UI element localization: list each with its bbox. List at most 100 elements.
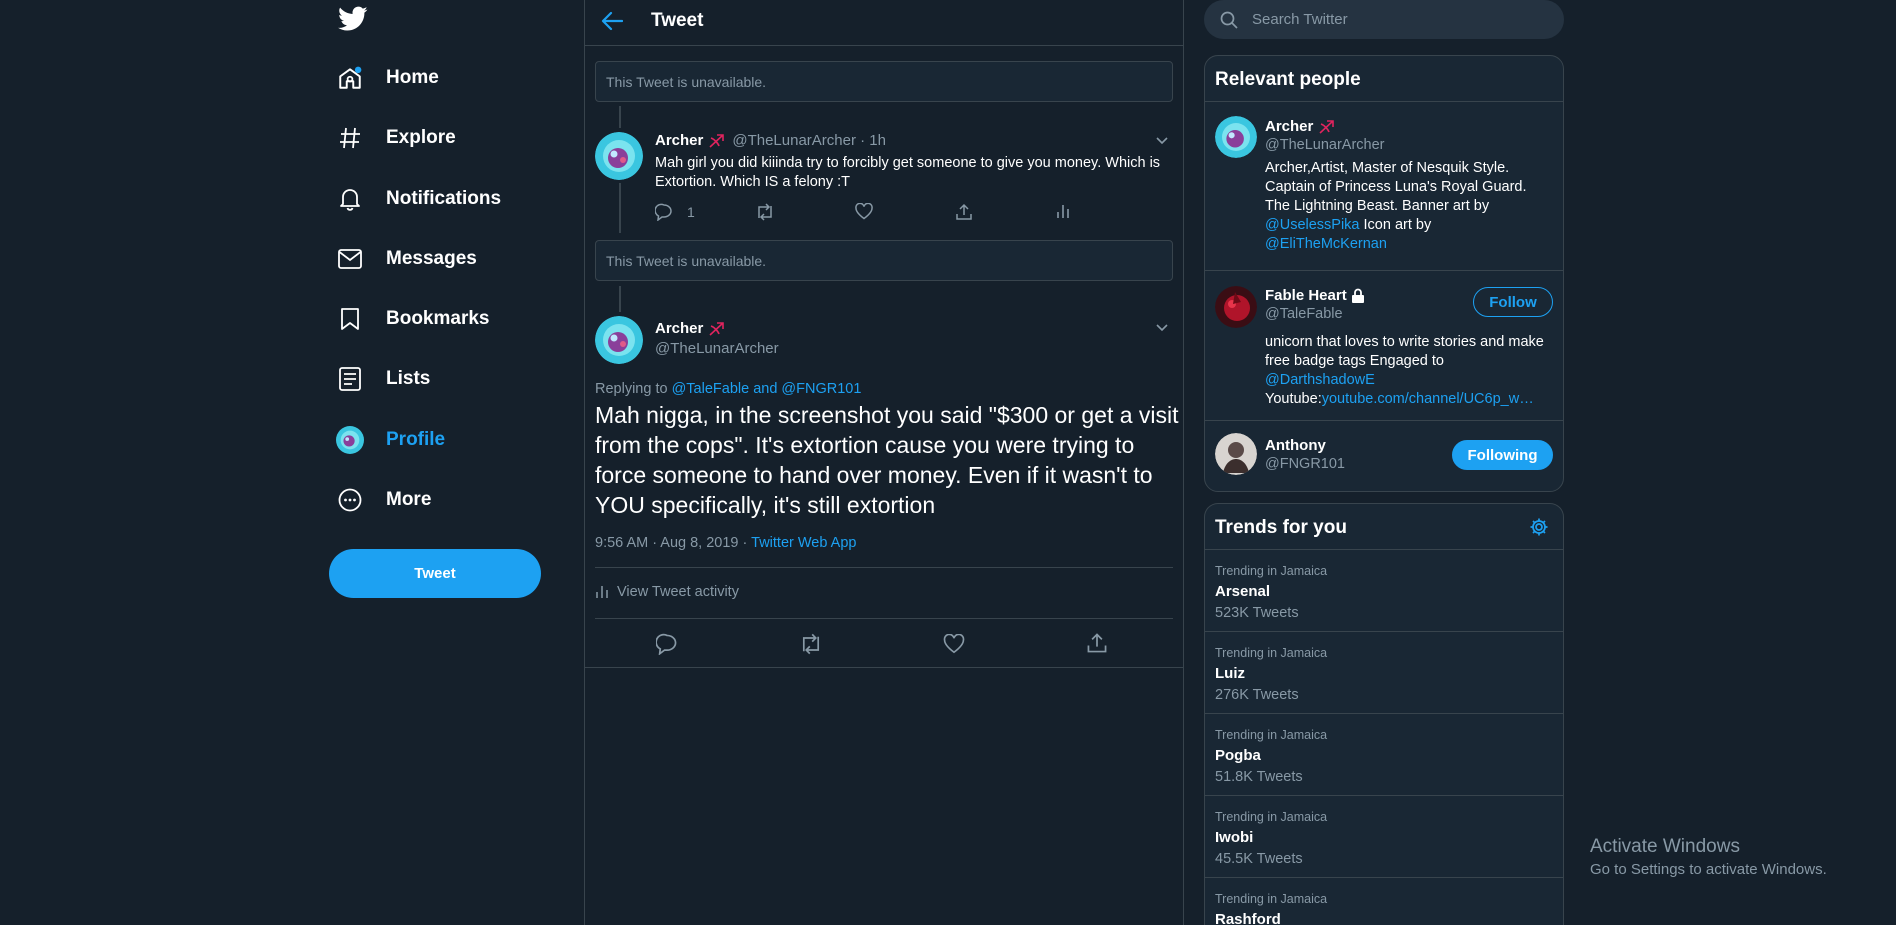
analytics-icon bbox=[595, 585, 609, 599]
trend-count: 45.5K Tweets bbox=[1215, 851, 1303, 867]
main-tweet-text: Mah nigga, in the screenshot you said "$… bbox=[595, 402, 1179, 518]
reply-avatar[interactable] bbox=[595, 132, 643, 180]
trend-item[interactable]: Trending in Jamaica Iwobi 45.5K Tweets bbox=[1205, 796, 1563, 878]
trend-context: Trending in Jamaica bbox=[1215, 564, 1328, 578]
relevant-people-panel: Relevant people Archer @TheLunarArcher A… bbox=[1204, 55, 1564, 492]
nav-messages[interactable]: Messages bbox=[336, 237, 477, 281]
trend-count: 276K Tweets bbox=[1215, 687, 1299, 703]
follow-button[interactable]: Follow bbox=[1473, 287, 1553, 317]
nav-home[interactable]: Home bbox=[336, 56, 439, 100]
trend-name: Iwobi bbox=[1215, 829, 1254, 846]
nav-bookmarks-label: Bookmarks bbox=[386, 308, 490, 329]
bio-mention[interactable]: @DarthshadowE bbox=[1265, 372, 1375, 388]
trend-context: Trending in Jamaica bbox=[1215, 728, 1328, 742]
bio-text: unicorn that loves to write stories and … bbox=[1265, 334, 1544, 369]
person-handle: @FNGR101 bbox=[1265, 456, 1345, 472]
more-icon bbox=[336, 486, 364, 514]
activate-title: Activate Windows bbox=[1590, 836, 1740, 857]
person-card[interactable]: Fable Heart @TaleFable Follow unicorn th… bbox=[1205, 271, 1563, 421]
avatar[interactable] bbox=[1215, 116, 1257, 158]
trend-item[interactable]: Trending in Jamaica Luiz 276K Tweets bbox=[1205, 632, 1563, 714]
bio-text: Youtube: bbox=[1265, 391, 1322, 407]
retweet-icon[interactable] bbox=[755, 203, 775, 221]
back-arrow-icon[interactable] bbox=[601, 11, 623, 31]
lock-icon bbox=[1351, 288, 1365, 304]
main-tweet-author[interactable]: Archer bbox=[655, 320, 726, 337]
share-icon[interactable] bbox=[955, 203, 973, 221]
following-button[interactable]: Following bbox=[1452, 440, 1553, 470]
person-name: Fable Heart bbox=[1265, 287, 1347, 304]
bow-emoji-icon bbox=[1318, 119, 1336, 135]
replying-to-links[interactable]: @TaleFable and @FNGR101 bbox=[672, 381, 862, 397]
hashtag-icon bbox=[336, 124, 364, 152]
trend-item[interactable]: Trending in Jamaica Arsenal 523K Tweets bbox=[1205, 550, 1563, 632]
trend-name: Pogba bbox=[1215, 747, 1261, 764]
share-icon[interactable] bbox=[1086, 632, 1108, 654]
bow-emoji-icon bbox=[708, 133, 726, 149]
reply-icon[interactable] bbox=[656, 633, 678, 655]
tweet-metadata: 9:56 AM · Aug 8, 2019 · Twitter Web App bbox=[595, 535, 856, 551]
bio-link[interactable]: youtube.com/channel/UC6p_w… bbox=[1322, 391, 1534, 407]
trend-context: Trending in Jamaica bbox=[1215, 892, 1328, 906]
tweet-source[interactable]: Twitter Web App bbox=[751, 535, 856, 551]
reply-count: 1 bbox=[687, 204, 695, 220]
replying-to: Replying to @TaleFable and @FNGR101 bbox=[595, 381, 861, 397]
nav-lists[interactable]: Lists bbox=[336, 357, 430, 401]
nav-more[interactable]: More bbox=[336, 478, 431, 522]
nav-home-label: Home bbox=[386, 67, 439, 88]
like-icon[interactable] bbox=[855, 203, 873, 220]
nav-profile-label: Profile bbox=[386, 429, 446, 450]
thread-line bbox=[619, 183, 621, 233]
bio-text: Archer,Artist, Master of Nesquik Style. … bbox=[1265, 160, 1527, 214]
trend-count: 523K Tweets bbox=[1215, 605, 1299, 621]
nav-messages-label: Messages bbox=[386, 248, 477, 269]
main-tweet-avatar[interactable] bbox=[595, 316, 643, 364]
like-icon[interactable] bbox=[943, 634, 965, 654]
trend-item[interactable]: Trending in Jamaica Rashford bbox=[1205, 878, 1563, 925]
windows-activation-watermark: Activate Windows Go to Settings to activ… bbox=[1590, 836, 1827, 878]
trend-name: Luiz bbox=[1215, 665, 1245, 682]
chevron-down-icon[interactable] bbox=[1155, 135, 1169, 145]
trends-title: Trends for you bbox=[1215, 517, 1347, 538]
bio-mention[interactable]: @UselessPika bbox=[1265, 217, 1360, 233]
analytics-icon[interactable] bbox=[1055, 203, 1071, 219]
search-input[interactable] bbox=[1252, 11, 1532, 28]
avatar[interactable] bbox=[1215, 286, 1257, 328]
trend-item[interactable]: Trending in Jamaica Pogba 51.8K Tweets bbox=[1205, 714, 1563, 796]
twitter-logo-icon[interactable] bbox=[338, 6, 368, 32]
divider bbox=[585, 667, 1183, 668]
home-icon bbox=[336, 64, 364, 92]
page-title: Tweet bbox=[651, 10, 704, 31]
settings-gear-icon[interactable] bbox=[1529, 517, 1549, 537]
nav-explore[interactable]: Explore bbox=[336, 116, 456, 160]
tweet-timestamp[interactable]: 9:56 AM · Aug 8, 2019 · bbox=[595, 535, 747, 551]
retweet-icon[interactable] bbox=[799, 633, 823, 655]
reply-text: Mah girl you did kiiinda try to forcibly… bbox=[655, 155, 1161, 190]
reply-author-name[interactable]: Archer bbox=[655, 132, 703, 149]
person-card[interactable]: Archer @TheLunarArcher Archer,Artist, Ma… bbox=[1205, 102, 1563, 271]
search-bar[interactable] bbox=[1204, 0, 1564, 39]
nav-profile[interactable]: Profile bbox=[336, 418, 445, 462]
nav-bookmarks[interactable]: Bookmarks bbox=[336, 297, 490, 341]
comment-icon bbox=[655, 203, 673, 221]
divider bbox=[595, 567, 1173, 568]
bio-mention[interactable]: @EliTheMcKernan bbox=[1265, 236, 1387, 252]
avatar[interactable] bbox=[1215, 433, 1257, 475]
thread-line bbox=[619, 286, 621, 312]
reply-handle-time: @TheLunarArcher · 1h bbox=[732, 132, 886, 149]
main-tweet-handle[interactable]: @TheLunarArcher bbox=[655, 340, 779, 357]
person-card[interactable]: Anthony @FNGR101 Following bbox=[1205, 421, 1563, 491]
left-nav: Home Explore Notifications Messages Book… bbox=[320, 0, 582, 925]
person-bio: Archer,Artist, Master of Nesquik Style. … bbox=[1265, 159, 1555, 254]
nav-lists-label: Lists bbox=[386, 368, 431, 389]
view-tweet-activity-label: View Tweet activity bbox=[617, 584, 739, 600]
tweet-button[interactable]: Tweet bbox=[329, 549, 541, 598]
person-handle: @TaleFable bbox=[1265, 306, 1343, 322]
person-bio: unicorn that loves to write stories and … bbox=[1265, 333, 1550, 409]
tweet-detail-column: Tweet This Tweet is unavailable. Archer … bbox=[584, 0, 1184, 925]
reply-button[interactable]: 1 bbox=[655, 203, 695, 221]
activate-subtitle: Go to Settings to activate Windows. bbox=[1590, 861, 1827, 878]
nav-notifications[interactable]: Notifications bbox=[336, 177, 501, 221]
view-tweet-activity[interactable]: View Tweet activity bbox=[595, 584, 739, 600]
chevron-down-icon[interactable] bbox=[1155, 322, 1169, 332]
